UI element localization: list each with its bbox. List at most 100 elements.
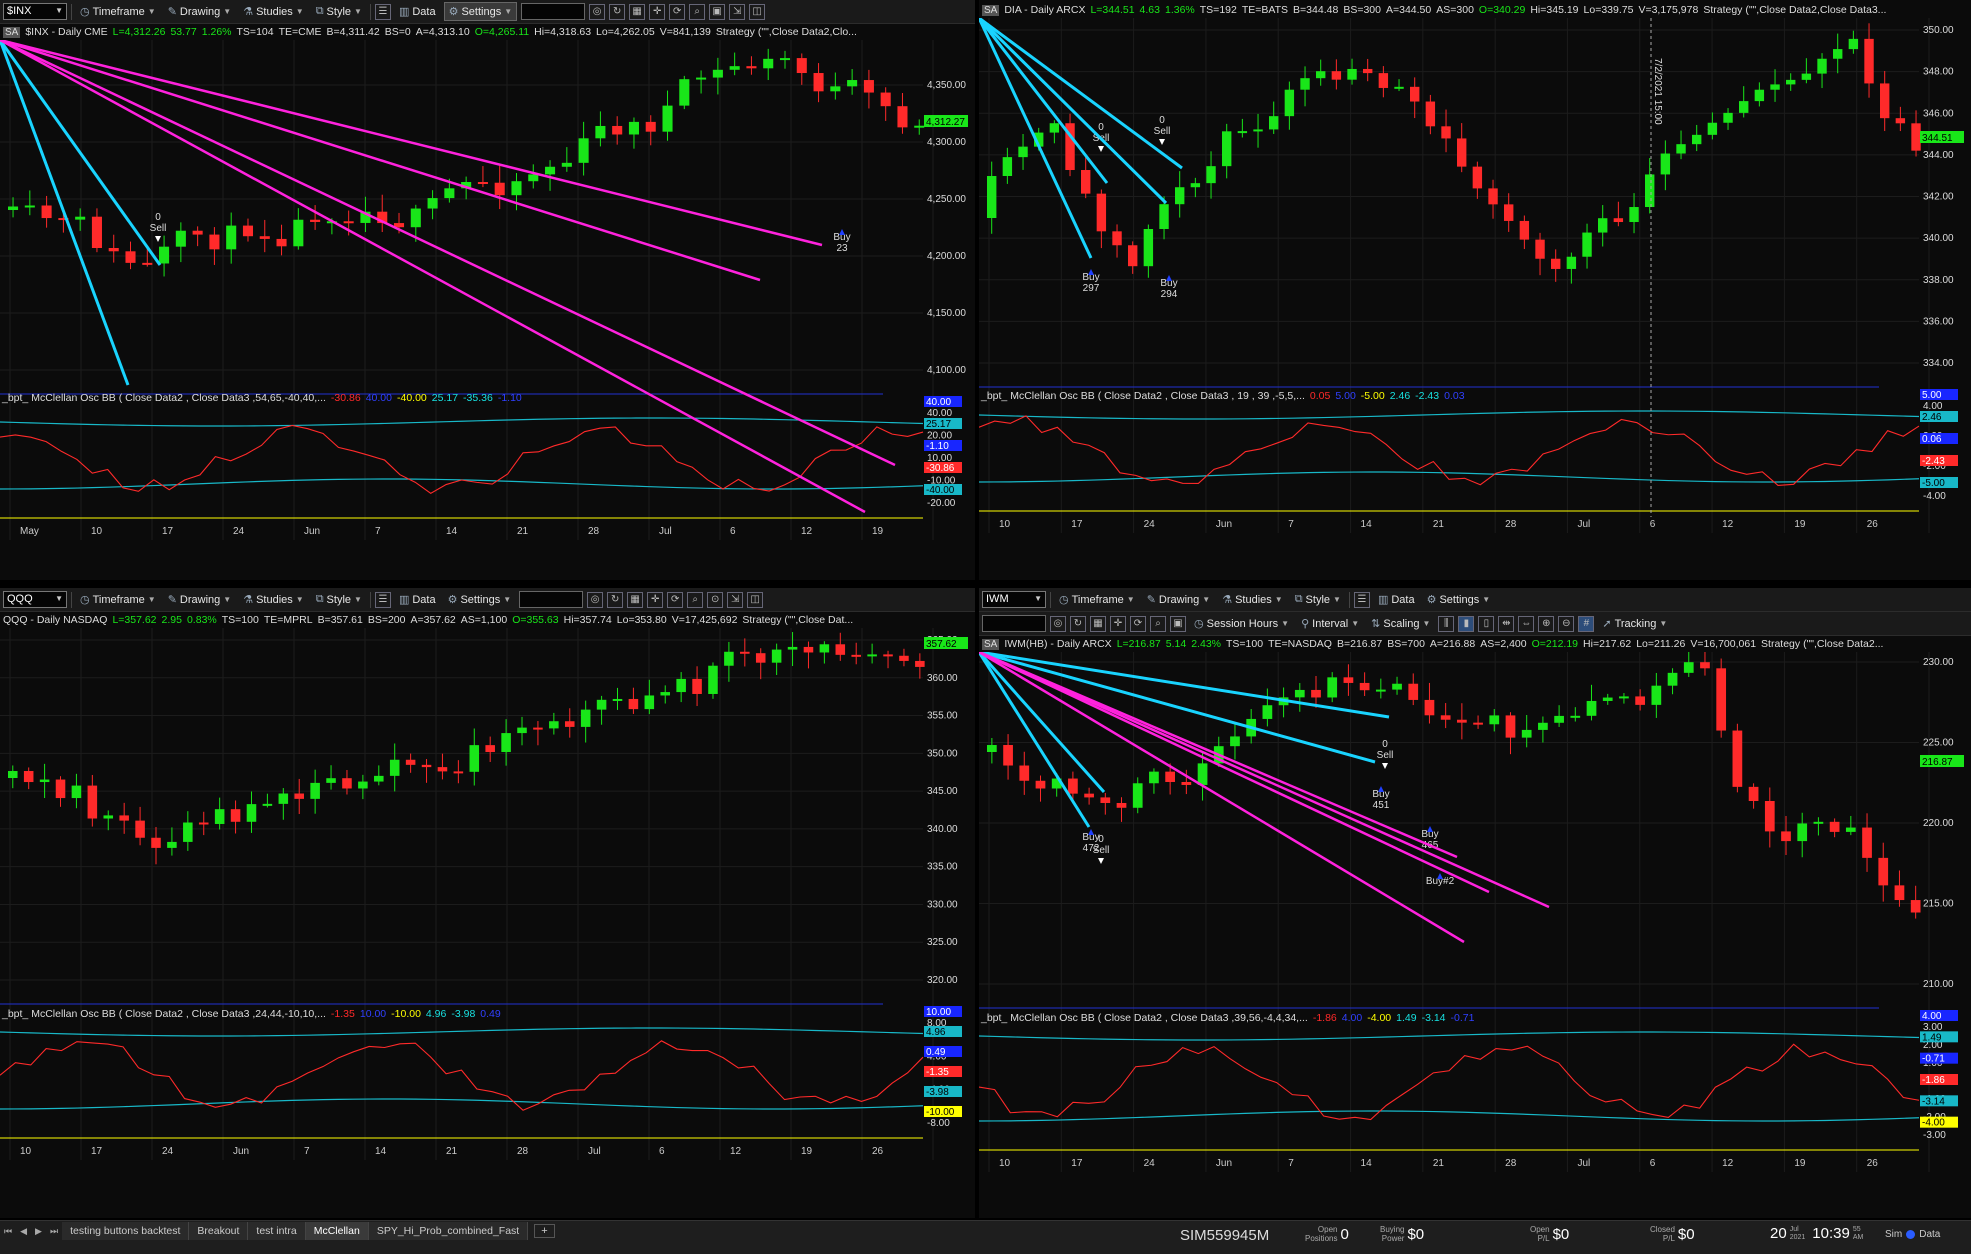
symbol-select[interactable]: $INX ▼ <box>3 3 67 20</box>
zoom-out-icon[interactable]: ⊖ <box>1558 615 1575 632</box>
crosshair-icon[interactable]: ✛ <box>647 591 664 608</box>
panes-icon[interactable]: ☰ <box>374 591 391 608</box>
export-icon[interactable]: ⇲ <box>729 3 746 20</box>
price-chart[interactable]: 365.00360.00355.00350.00345.00340.00335.… <box>0 628 975 1218</box>
last-tab-icon[interactable]: ⏭ <box>46 1226 62 1237</box>
trade-size: TS=100 <box>221 614 259 626</box>
magnify-icon[interactable]: ⌕ <box>687 591 704 608</box>
refresh-icon[interactable]: ↻ <box>1070 615 1086 632</box>
tab-mcclellan[interactable]: McClellan <box>305 1222 369 1240</box>
next-tab-icon[interactable]: ▶ <box>31 1226 46 1237</box>
screenshot-icon[interactable]: ◫ <box>747 591 764 608</box>
save-icon[interactable]: ▣ <box>1170 615 1186 632</box>
grid-icon[interactable]: # <box>1578 615 1595 632</box>
table-icon[interactable]: ▦ <box>629 3 646 20</box>
candle <box>326 778 336 783</box>
settings-button[interactable]: ⚙ Settings ▼ <box>444 591 516 608</box>
timeframe-button[interactable]: ◷ Timeframe ▼ <box>76 591 160 608</box>
chart-pane-dia[interactable]: SA DIA - Daily ARCX L=344.51 4.63 1.36% … <box>979 0 1971 580</box>
refresh-icon[interactable]: ↻ <box>607 591 624 608</box>
price-chart[interactable]: 230.00225.00220.00215.00210.00216.873.00… <box>979 652 1971 1218</box>
drawing-button[interactable]: ✎ Drawing ▼ <box>164 3 236 20</box>
candle <box>1472 166 1483 189</box>
chart-pane-qqq[interactable]: QQQ ▼ ◷ Timeframe ▼ ✎ Drawing ▼ ⚗ Studies ▼ ⧉ St… <box>0 588 975 1218</box>
studies-button[interactable]: ⚗ Studies ▼ <box>239 591 308 608</box>
interval-button[interactable]: ⚲ Interval ▼ <box>1297 615 1363 632</box>
crosshair-icon[interactable]: ✛ <box>649 3 666 20</box>
data-button[interactable]: ▥ Data <box>395 3 440 20</box>
table-icon[interactable]: ▦ <box>627 591 644 608</box>
candle <box>410 208 421 228</box>
chart-pane-iwm[interactable]: IWM ▼ ◷ Timeframe ▼ ✎ Drawing ▼ ⚗ Studies ▼ ⧉ St… <box>979 588 1971 1218</box>
candle <box>1190 183 1201 188</box>
zoom-in-icon[interactable]: ⊕ <box>1538 615 1555 632</box>
cycle-icon[interactable]: ◎ <box>589 3 606 20</box>
tab-spy-hi-prob[interactable]: SPY_Hi_Prob_combined_Fast <box>368 1222 529 1240</box>
zoom-icon[interactable]: ⊙ <box>707 591 724 608</box>
reload-icon[interactable]: ⟳ <box>1130 615 1146 632</box>
reload-icon[interactable]: ⟳ <box>669 3 686 20</box>
price-tick-label: 325.00 <box>927 937 958 948</box>
candle <box>1440 715 1451 720</box>
cycle-icon[interactable]: ◎ <box>587 591 604 608</box>
chart-pane-inx[interactable]: $INX ▼ ◷ Timeframe ▼ ✎ Drawing ▼ ⚗ Studies ▼ ⧉ S… <box>0 0 975 580</box>
candle <box>1505 715 1516 738</box>
style-button[interactable]: ⧉ Style ▼ <box>1291 591 1345 608</box>
data-button[interactable]: ▥ Data <box>395 591 440 608</box>
drawing-button[interactable]: ✎ Drawing ▼ <box>164 591 236 608</box>
reload-icon[interactable]: ⟳ <box>667 591 684 608</box>
expand-icon[interactable]: ⇔ <box>1518 615 1535 632</box>
timeframe-button[interactable]: ◷ Timeframe ▼ <box>1055 591 1139 608</box>
timeframe-button[interactable]: ◷ Timeframe ▼ <box>76 3 160 20</box>
settings-button[interactable]: ⚙ Settings ▼ <box>443 2 518 21</box>
screenshot-icon[interactable]: ◫ <box>749 3 766 20</box>
style-button[interactable]: ⧉ Style ▼ <box>312 591 366 608</box>
cycle-icon[interactable]: ◎ <box>1050 615 1066 632</box>
tab-testing-buttons-backtest[interactable]: testing buttons backtest <box>62 1222 190 1240</box>
tab-test-intra[interactable]: test intra <box>248 1222 306 1240</box>
add-tab-button[interactable]: + <box>534 1224 555 1238</box>
bid: B=4,311.42 <box>326 26 380 38</box>
indicator-tick-label: 20.00 <box>927 431 952 442</box>
connection-status[interactable]: Sim Data <box>1885 1229 1940 1240</box>
refresh-icon[interactable]: ↻ <box>609 3 626 20</box>
scaling-button[interactable]: ⇅ Scaling ▼ <box>1367 615 1434 632</box>
first-tab-icon[interactable]: ⏮ <box>0 1226 16 1237</box>
candle-icon[interactable]: ▮ <box>1458 615 1475 632</box>
symbol-select[interactable]: IWM ▼ <box>982 591 1046 608</box>
session-hours-button[interactable]: ◷ Session Hours ▼ <box>1190 615 1293 632</box>
crosshair-icon[interactable]: ✛ <box>1110 615 1126 632</box>
open: O=4,265.11 <box>474 26 530 38</box>
x-axis-label: Jul <box>588 1146 601 1157</box>
style-button[interactable]: ⧉ Style ▼ <box>312 3 366 20</box>
data-button[interactable]: ▥ Data <box>1374 591 1419 608</box>
candle <box>71 785 82 799</box>
template-select[interactable] <box>519 591 584 608</box>
template-select[interactable] <box>982 615 1046 632</box>
account-id[interactable]: SIM559945M <box>1180 1227 1269 1244</box>
compress-icon[interactable]: ⇹ <box>1498 615 1515 632</box>
magnify-icon[interactable]: ⌕ <box>689 3 706 20</box>
hollow-candle-icon[interactable]: ▯ <box>1478 615 1495 632</box>
symbol-select[interactable]: QQQ ▼ <box>3 591 67 608</box>
panes-icon[interactable]: ☰ <box>374 3 391 20</box>
prev-tab-icon[interactable]: ◀ <box>16 1226 31 1237</box>
save-icon[interactable]: ▣ <box>709 3 726 20</box>
price-chart[interactable]: 350.00 348.00 346.00 344.00 342.00 340.00 338.… <box>979 18 1971 580</box>
studies-button[interactable]: ⚗ Studies ▼ <box>239 3 308 20</box>
drawing-button[interactable]: ✎ Drawing ▼ <box>1143 591 1215 608</box>
strategy-label: Strategy ("",Close Data2,Clo... <box>715 26 857 38</box>
tracking-button[interactable]: ➚ Tracking ▼ <box>1598 615 1671 632</box>
magnify-icon[interactable]: ⌕ <box>1150 615 1166 632</box>
last-price: L=357.62 <box>112 614 157 626</box>
tab-breakout[interactable]: Breakout <box>189 1222 249 1240</box>
candle <box>1551 258 1561 269</box>
studies-button[interactable]: ⚗ Studies ▼ <box>1218 591 1287 608</box>
panes-icon[interactable]: ☰ <box>1353 591 1370 608</box>
bar-type-icon[interactable]: ⫼ <box>1438 615 1455 632</box>
table-icon[interactable]: ▦ <box>1090 615 1106 632</box>
template-select[interactable] <box>521 3 586 20</box>
price-chart[interactable]: 4,350.00 4,300.00 4,250.00 4,200.00 4,150.00… <box>0 40 975 580</box>
export-icon[interactable]: ⇲ <box>727 591 744 608</box>
settings-button[interactable]: ⚙ Settings ▼ <box>1423 591 1495 608</box>
